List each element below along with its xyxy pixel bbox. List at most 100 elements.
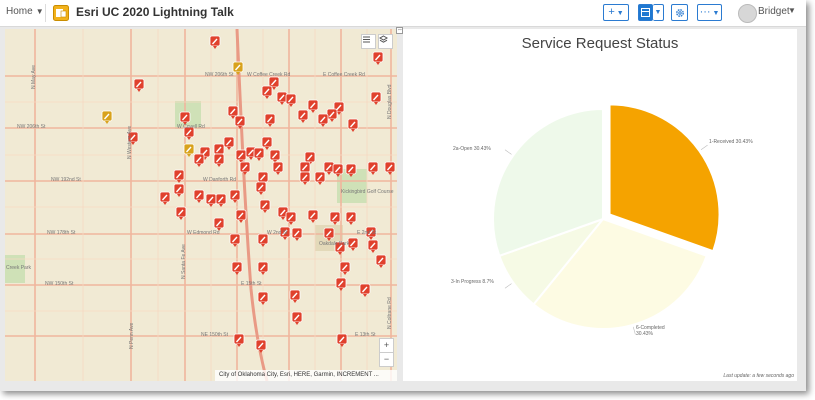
request-marker[interactable] bbox=[133, 78, 145, 92]
request-marker[interactable] bbox=[336, 333, 348, 347]
layout-button[interactable] bbox=[638, 4, 653, 21]
request-marker[interactable] bbox=[159, 191, 171, 205]
park-label: Oakdale Park bbox=[319, 241, 350, 247]
request-marker[interactable] bbox=[384, 161, 396, 175]
street-label: N Santa Fe Ave bbox=[181, 244, 187, 279]
request-marker[interactable] bbox=[297, 109, 309, 123]
gear-icon bbox=[675, 9, 684, 17]
request-marker[interactable] bbox=[231, 261, 243, 275]
pie-chart bbox=[492, 103, 721, 335]
highlighted-marker[interactable] bbox=[101, 110, 113, 124]
request-marker[interactable] bbox=[209, 35, 221, 49]
request-marker[interactable] bbox=[367, 161, 379, 175]
more-options-button[interactable]: ··· ▼ bbox=[697, 4, 722, 21]
request-marker[interactable] bbox=[261, 85, 273, 99]
zoom-in-button[interactable]: + bbox=[379, 338, 394, 353]
park-label: Creek Park bbox=[6, 265, 32, 271]
request-marker[interactable] bbox=[269, 149, 281, 163]
last-update-text: Last update: a few seconds ago bbox=[723, 373, 794, 379]
request-marker[interactable] bbox=[291, 227, 303, 241]
request-marker[interactable] bbox=[347, 118, 359, 132]
request-marker[interactable] bbox=[335, 277, 347, 291]
request-marker[interactable] bbox=[307, 99, 319, 113]
request-marker[interactable] bbox=[205, 193, 217, 207]
request-marker[interactable] bbox=[259, 199, 271, 213]
street-label: N Penn Ave bbox=[129, 322, 135, 349]
zoom-out-button[interactable]: − bbox=[379, 352, 394, 367]
request-marker[interactable] bbox=[272, 161, 284, 175]
request-marker[interactable] bbox=[289, 289, 301, 303]
pie-chart-panel: Service Request Status 1-Received 30.43%… bbox=[403, 29, 797, 381]
street-label: N Western Ave bbox=[127, 125, 133, 159]
user-name[interactable]: Bridget bbox=[758, 6, 790, 17]
request-marker[interactable] bbox=[255, 181, 267, 195]
request-marker[interactable] bbox=[329, 211, 341, 225]
panel-resize-handle[interactable]: ⇔ bbox=[396, 27, 403, 34]
street-label: NW 178th St bbox=[47, 230, 76, 236]
request-marker[interactable] bbox=[239, 161, 251, 175]
legend-button[interactable] bbox=[361, 34, 376, 49]
more-label: ··· bbox=[699, 6, 711, 18]
request-marker[interactable] bbox=[291, 311, 303, 325]
map-basemap bbox=[5, 29, 397, 381]
request-marker[interactable] bbox=[276, 91, 288, 105]
request-marker[interactable] bbox=[314, 171, 326, 185]
street-label: E 13th St bbox=[355, 332, 376, 338]
request-marker[interactable] bbox=[375, 254, 387, 268]
request-marker[interactable] bbox=[173, 183, 185, 197]
request-marker[interactable] bbox=[213, 153, 225, 167]
street-label: NW 206th St bbox=[205, 72, 234, 78]
layers-icon bbox=[379, 35, 388, 43]
map-panel[interactable]: NW 206th St W Coffee Creek Rd E Coffee C… bbox=[5, 29, 397, 381]
request-marker[interactable] bbox=[193, 189, 205, 203]
highlighted-marker[interactable] bbox=[232, 61, 244, 75]
street-label: W Covell Rd bbox=[177, 124, 205, 130]
request-marker[interactable] bbox=[372, 51, 384, 65]
request-marker[interactable] bbox=[257, 261, 269, 275]
request-marker[interactable] bbox=[326, 108, 338, 122]
chevron-down-icon[interactable]: ▼ bbox=[788, 6, 796, 15]
request-marker[interactable] bbox=[367, 239, 379, 253]
request-marker[interactable] bbox=[323, 161, 335, 175]
app-title: Esri UC 2020 Lightning Talk bbox=[76, 5, 234, 19]
request-marker[interactable] bbox=[255, 339, 267, 353]
request-marker[interactable] bbox=[307, 209, 319, 223]
layout-dropdown[interactable]: ▼ bbox=[653, 4, 664, 21]
request-marker[interactable] bbox=[347, 237, 359, 251]
request-marker[interactable] bbox=[229, 189, 241, 203]
request-marker[interactable] bbox=[299, 171, 311, 185]
header-divider bbox=[45, 4, 46, 22]
request-marker[interactable] bbox=[253, 147, 265, 161]
request-marker[interactable] bbox=[233, 333, 245, 347]
request-marker[interactable] bbox=[285, 93, 297, 107]
settings-button[interactable] bbox=[671, 4, 688, 21]
slice-label-open: 2a-Open 30.43% bbox=[453, 146, 491, 152]
slice-leader-line bbox=[700, 144, 708, 151]
chevron-down-icon: ▼ bbox=[35, 7, 44, 16]
home-label: Home bbox=[6, 6, 33, 17]
request-marker[interactable] bbox=[264, 113, 276, 127]
legend-list-icon bbox=[363, 36, 370, 43]
minor-roads bbox=[5, 29, 397, 381]
request-marker[interactable] bbox=[223, 136, 235, 150]
request-marker[interactable] bbox=[257, 291, 269, 305]
request-marker[interactable] bbox=[317, 113, 329, 127]
request-marker[interactable] bbox=[345, 211, 357, 225]
home-menu[interactable]: Home ▼ bbox=[6, 6, 44, 17]
request-marker[interactable] bbox=[285, 211, 297, 225]
request-marker[interactable] bbox=[359, 283, 371, 297]
slice-label-in-progress: 3-In Progress 8.7% bbox=[451, 279, 494, 285]
layers-button[interactable] bbox=[378, 34, 393, 49]
layout-icon bbox=[641, 8, 650, 17]
request-marker[interactable] bbox=[193, 153, 205, 167]
street-label: W 2nd St bbox=[267, 230, 288, 236]
street-label: NW 150th St bbox=[45, 281, 74, 287]
request-marker[interactable] bbox=[229, 233, 241, 247]
street-label: W Edmond Rd bbox=[187, 230, 220, 236]
request-marker[interactable] bbox=[215, 193, 227, 207]
avatar[interactable] bbox=[738, 4, 757, 23]
header-bar: Home ▼ Esri UC 2020 Lightning Talk + ▼ ▼ … bbox=[0, 0, 806, 27]
request-marker[interactable] bbox=[370, 91, 382, 105]
add-button[interactable]: + ▼ bbox=[603, 4, 629, 21]
park-label: Kickingbird Golf Course bbox=[341, 189, 394, 195]
